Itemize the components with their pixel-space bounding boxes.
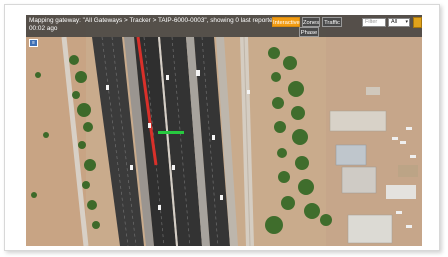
map-layers-icon[interactable]: ≡ xyxy=(29,39,38,47)
aerial-imagery xyxy=(26,15,422,246)
filter-select[interactable]: All ▾ xyxy=(388,18,410,27)
filter-input[interactable]: Filter xyxy=(362,18,386,27)
traffic-mode-button[interactable]: Traffic xyxy=(322,17,342,27)
satellite-map[interactable]: Mapping gateway: "All Gateways > Tracker… xyxy=(26,15,422,246)
go-icon[interactable] xyxy=(413,17,422,28)
interactive-mode-button[interactable]: Interactive xyxy=(272,17,300,27)
phase-mode-button[interactable]: Phase xyxy=(299,27,319,37)
zones-mode-button[interactable]: Zones xyxy=(302,17,320,27)
map-toolbar: Mapping gateway: "All Gateways > Tracker… xyxy=(26,15,422,37)
chevron-down-icon: ▾ xyxy=(405,19,408,25)
screenshot-frame: Mapping gateway: "All Gateways > Tracker… xyxy=(4,4,440,251)
status-text: Mapping gateway: "All Gateways > Tracker… xyxy=(29,17,277,32)
filter-select-value: All xyxy=(391,19,398,25)
